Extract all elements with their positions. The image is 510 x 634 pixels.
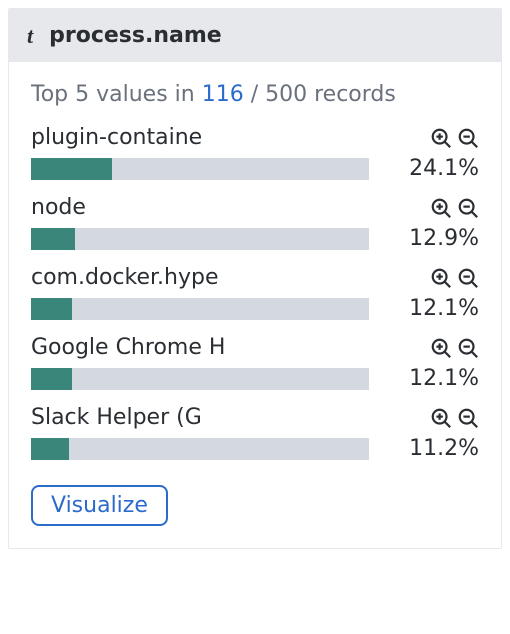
value-row: node 12.9% [31, 195, 479, 251]
field-stats-panel: t process.name Top 5 values in 116 / 500… [8, 8, 502, 549]
value-row: Google Chrome H 12.1% [31, 335, 479, 391]
value-row: plugin-containe 24.1% [31, 125, 479, 181]
zoom-in-icon[interactable] [430, 267, 452, 289]
value-row-bottom: 24.1% [31, 156, 479, 181]
value-row-top: Google Chrome H [31, 335, 479, 360]
value-label: com.docker.hype [31, 265, 218, 290]
field-type-icon: t [27, 25, 33, 47]
value-label: node [31, 195, 86, 220]
percent-label: 24.1% [399, 156, 479, 181]
zoom-out-icon[interactable] [457, 197, 479, 219]
zoom-out-icon[interactable] [457, 267, 479, 289]
bar-track [31, 368, 369, 390]
value-actions [430, 127, 479, 149]
value-row-top: Slack Helper (G [31, 405, 479, 430]
summary-line: Top 5 values in 116 / 500 records [31, 82, 479, 107]
percent-label: 11.2% [399, 436, 479, 461]
summary-prefix: Top 5 values in [31, 82, 202, 107]
visualize-button[interactable]: Visualize [31, 485, 168, 526]
percent-label: 12.1% [399, 296, 479, 321]
bar-track [31, 438, 369, 460]
zoom-out-icon[interactable] [457, 127, 479, 149]
bar-fill [31, 228, 75, 250]
value-label: Google Chrome H [31, 335, 225, 360]
zoom-out-icon[interactable] [457, 337, 479, 359]
panel-header: t process.name [9, 9, 501, 62]
bar-fill [31, 158, 112, 180]
summary-count-link[interactable]: 116 [202, 82, 244, 107]
value-actions [430, 197, 479, 219]
summary-suffix: / 500 records [244, 82, 396, 107]
bar-track [31, 158, 369, 180]
value-row-bottom: 12.1% [31, 296, 479, 321]
zoom-in-icon[interactable] [430, 337, 452, 359]
bar-track [31, 228, 369, 250]
value-row: com.docker.hype 12.1% [31, 265, 479, 321]
zoom-in-icon[interactable] [430, 127, 452, 149]
percent-label: 12.9% [399, 226, 479, 251]
bar-fill [31, 368, 72, 390]
value-label: plugin-containe [31, 125, 202, 150]
value-row-bottom: 12.9% [31, 226, 479, 251]
value-row-top: plugin-containe [31, 125, 479, 150]
zoom-in-icon[interactable] [430, 407, 452, 429]
value-label: Slack Helper (G [31, 405, 202, 430]
bar-track [31, 298, 369, 320]
value-actions [430, 337, 479, 359]
panel-body: Top 5 values in 116 / 500 records plugin… [9, 62, 501, 548]
zoom-in-icon[interactable] [430, 197, 452, 219]
zoom-out-icon[interactable] [457, 407, 479, 429]
value-row-top: com.docker.hype [31, 265, 479, 290]
field-name-label: process.name [49, 23, 222, 48]
value-row-bottom: 11.2% [31, 436, 479, 461]
value-actions [430, 267, 479, 289]
value-actions [430, 407, 479, 429]
bar-fill [31, 298, 72, 320]
value-row: Slack Helper (G 11.2% [31, 405, 479, 461]
bar-fill [31, 438, 69, 460]
percent-label: 12.1% [399, 366, 479, 391]
value-row-top: node [31, 195, 479, 220]
value-row-bottom: 12.1% [31, 366, 479, 391]
